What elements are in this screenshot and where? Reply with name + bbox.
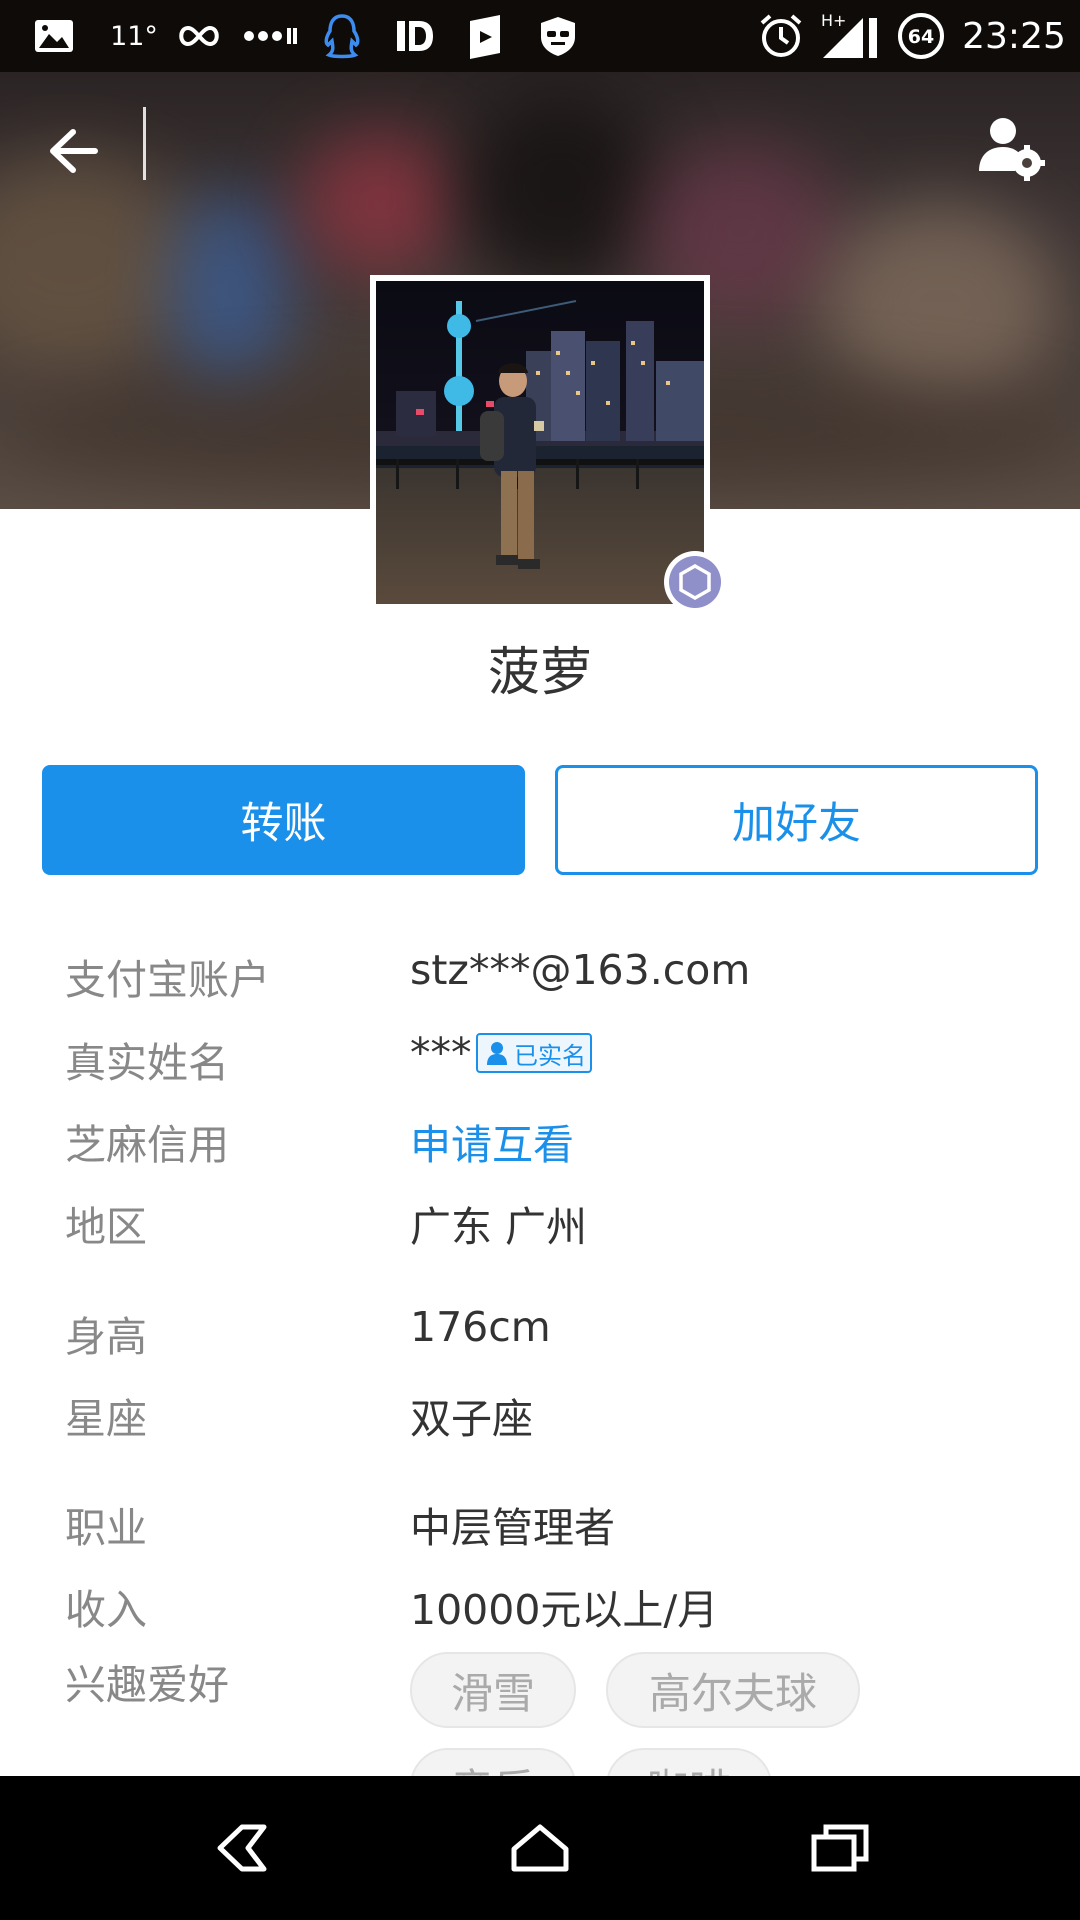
- battery-icon: 64: [896, 0, 946, 72]
- region-label: 地区: [65, 1203, 147, 1251]
- shield-icon: [536, 0, 580, 72]
- income-label: 收入: [65, 1586, 147, 1634]
- user-settings-icon: [979, 118, 1045, 181]
- qq-icon: [320, 0, 364, 72]
- verified-user-icon: [487, 1042, 507, 1065]
- hobby-tag: 高尔夫球: [606, 1652, 860, 1728]
- height-value: 176cm: [410, 1303, 551, 1351]
- avatar-photo: [376, 281, 704, 604]
- zodiac-label: 星座: [65, 1395, 147, 1443]
- back-nav-icon: [217, 1824, 267, 1872]
- signal-icon: H+: [818, 0, 884, 72]
- real-name-value: ***: [410, 1029, 472, 1077]
- hobby-tag: 滑雪: [410, 1652, 576, 1728]
- credit-label: 芝麻信用: [65, 1121, 229, 1169]
- occupation-value: 中层管理者: [410, 1504, 615, 1552]
- verified-badge: 已实名: [476, 1033, 592, 1073]
- more-dots-icon: [242, 0, 298, 72]
- alarm-icon: [756, 0, 806, 72]
- account-label: 支付宝账户: [65, 956, 270, 1004]
- status-bar: 11° H+ 64 23:25: [0, 0, 1080, 72]
- gallery-icon: [32, 0, 76, 72]
- header-divider: [143, 107, 146, 180]
- recents-nav-button[interactable]: [790, 1798, 890, 1898]
- back-nav-button[interactable]: [190, 1798, 290, 1898]
- real-name-label: 真实姓名: [65, 1039, 229, 1087]
- nickname: 菠萝: [487, 643, 592, 703]
- book-icon: [464, 0, 508, 72]
- member-level-badge: [664, 551, 726, 613]
- home-nav-icon: [511, 1824, 569, 1872]
- svg-text:64: 64: [908, 26, 934, 48]
- clock: 23:25: [962, 15, 1066, 57]
- avatar[interactable]: [370, 275, 710, 610]
- verified-badge-label: 已实名: [514, 1041, 586, 1070]
- member-level-icon: [679, 564, 711, 600]
- svg-text:H+: H+: [821, 12, 846, 30]
- id-icon: [393, 0, 437, 72]
- transfer-button[interactable]: 转账: [42, 765, 525, 875]
- arrow-left-icon: [50, 129, 98, 173]
- region-value: 广东 广州: [410, 1203, 588, 1251]
- navigation-bar: [0, 1776, 1080, 1920]
- income-value: 10000元以上/月: [410, 1586, 719, 1634]
- recents-nav-icon: [811, 1824, 869, 1872]
- add-friend-button[interactable]: 加好友: [555, 765, 1038, 875]
- account-value: stz***@163.com: [410, 946, 751, 994]
- infinity-icon: [174, 0, 224, 72]
- zodiac-value: 双子座: [410, 1395, 533, 1443]
- user-settings-button[interactable]: [970, 108, 1050, 188]
- occupation-label: 职业: [65, 1504, 147, 1552]
- home-nav-button[interactable]: [490, 1798, 590, 1898]
- temperature: 11°: [110, 20, 158, 52]
- height-label: 身高: [65, 1313, 147, 1361]
- credit-request-link[interactable]: 申请互看: [410, 1111, 574, 1171]
- back-button[interactable]: [34, 112, 112, 190]
- hobbies-label: 兴趣爱好: [65, 1661, 229, 1709]
